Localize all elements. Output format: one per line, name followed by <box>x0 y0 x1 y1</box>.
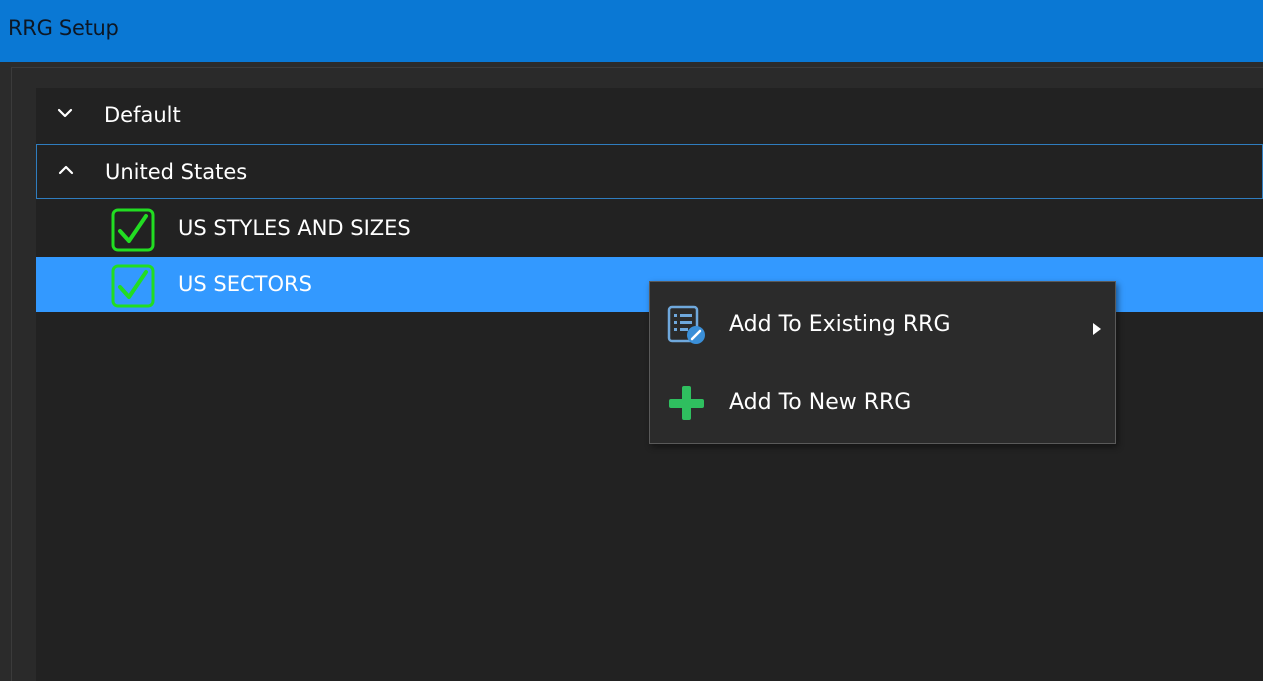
tree-group-united-states[interactable]: United States <box>36 144 1263 199</box>
tree-group-default[interactable]: Default <box>36 88 1263 143</box>
checkbox-checked-icon[interactable] <box>110 263 156 309</box>
window-title: RRG Setup <box>8 16 119 40</box>
tree-item-label: US STYLES AND SIZES <box>178 216 411 240</box>
tree-group-label: Default <box>104 103 181 127</box>
menu-item-label: Add To Existing RRG <box>729 312 951 337</box>
menu-item-label: Add To New RRG <box>729 390 912 415</box>
title-bar[interactable]: RRG Setup <box>0 0 1263 62</box>
tree-item-label: US SECTORS <box>178 272 312 296</box>
list-edit-icon <box>667 305 705 344</box>
checkbox-checked-icon[interactable] <box>110 207 156 253</box>
submenu-arrow-icon <box>1093 323 1101 335</box>
tree-item-us-styles-and-sizes[interactable]: US STYLES AND SIZES <box>36 201 1263 256</box>
menu-item-add-to-existing-rrg[interactable]: Add To Existing RRG <box>651 288 1114 362</box>
rrg-setup-window: RRG Setup Default United States US STYLE… <box>0 0 1263 681</box>
chevron-up-icon[interactable] <box>57 161 75 179</box>
chevron-down-icon[interactable] <box>56 104 74 122</box>
menu-item-add-to-new-rrg[interactable]: Add To New RRG <box>651 366 1114 440</box>
context-menu: Add To Existing RRG Add To New RRG <box>649 281 1116 444</box>
tree-group-label: United States <box>105 160 248 184</box>
plus-icon <box>669 386 704 420</box>
